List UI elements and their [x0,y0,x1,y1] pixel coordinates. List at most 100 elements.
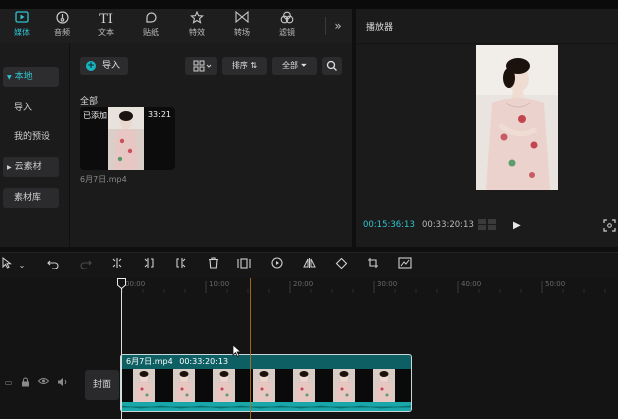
sort-icon: ⇅ [250,61,258,70]
lock-icon[interactable] [20,377,31,388]
sidebar-item-label: 素材库 [14,193,42,203]
clip-filmstrip [121,369,411,402]
rotate-icon[interactable] [333,257,349,274]
tab-text-label: 文本 [98,28,114,37]
video-frame-image [108,107,144,170]
category-tabbar: 媒体 音频 TI 文本 贴纸 特效 转场 滤镜 » [0,9,352,43]
more-tabs-button[interactable]: » [328,19,348,33]
tab-effects[interactable]: 特效 [177,10,217,43]
clip-label: 6月7日.mp4 00:33:20:13 [126,356,228,367]
media-sidebar: ▼ 本地 导入 我的预设 ▶ 云素材 素材库 [0,43,70,247]
timeline-area[interactable]: 00:00 10:00 20:00 30:00 40:00 50:00 ▭ 封面… [0,278,618,419]
tab-sticker-label: 贴纸 [143,28,159,37]
video-clip[interactable]: 6月7日.mp4 00:33:20:13 [120,354,412,412]
trim-left-icon[interactable] [141,257,157,274]
undo-icon[interactable] [45,257,61,274]
timeline-grid-icon[interactable] [478,219,496,230]
funnel-icon: ⏷ [300,61,307,70]
ruler-label: 30:00 [377,280,398,288]
clip-name: 6月7日.mp4 [126,357,173,366]
eye-icon[interactable] [37,377,50,388]
sidebar-item-label: 云素材 [14,162,42,172]
caret-down-icon: ▼ [7,74,12,81]
time-ruler[interactable]: 00:00 10:00 20:00 30:00 40:00 50:00 [0,278,618,294]
redo-icon[interactable] [78,257,94,274]
track-thumbnail-icon[interactable]: ▭ [3,377,14,388]
media-content: + 导入 排序 ⇅ 全部 ⏷ 全部 已添加 33:21 6月7日.mp4 [70,43,352,247]
sidebar-item-import[interactable]: 导入 [3,98,59,118]
tab-filter-label: 滤镜 [279,28,295,37]
media-panel: 媒体 音频 TI 文本 贴纸 特效 转场 滤镜 » ▼ 本地 导入 我的预设 ▶… [0,9,352,247]
view-mode-dropdown[interactable] [185,57,217,75]
plus-icon: + [86,61,96,71]
title-strip [0,0,618,9]
auto-reframe-icon[interactable] [397,257,413,274]
filmstrip-frames [133,369,395,402]
ruler-label: 00:00 [125,280,146,288]
mouse-cursor-icon [232,344,242,357]
freeze-frame-icon[interactable] [236,257,252,274]
reverse-play-icon[interactable] [269,257,285,274]
split-icon[interactable] [109,257,125,274]
sidebar-item-local[interactable]: ▼ 本地 [3,67,59,87]
media-filename: 6月7日.mp4 [80,175,127,184]
transition-icon [222,10,262,28]
ruler-label: 20:00 [293,280,314,288]
ruler-label: 10:00 [209,280,230,288]
import-button-label: 导入 [102,61,121,71]
filter-icon [267,11,307,28]
sort-button[interactable]: 排序 ⇅ [222,57,267,75]
tab-audio[interactable]: 音频 [42,11,82,43]
sidebar-item-cloud[interactable]: ▶ 云素材 [3,157,59,177]
tab-media[interactable]: 媒体 [2,11,42,43]
added-badge: 已添加 [83,111,107,120]
current-timecode: 00:15:36:13 [363,220,415,230]
sidebar-item-label: 本地 [14,72,33,82]
search-icon [326,60,337,71]
play-icon[interactable]: ▶ [513,220,521,231]
player-title: 播放器 [366,23,394,33]
delete-icon[interactable] [205,257,221,274]
sort-label: 排序 [231,61,248,70]
marker-line [250,278,251,419]
track-controls: ▭ [0,374,80,392]
text-icon: TI [99,12,113,27]
ruler-label: 50:00 [545,280,566,288]
mirror-icon[interactable] [301,257,317,274]
sidebar-item-presets[interactable]: 我的预设 [3,127,59,147]
player-panel: 播放器 00:15:36:13 00:33:20:13 ▶ [356,9,618,247]
tab-transition[interactable]: 转场 [222,10,262,43]
fullscreen-icon[interactable] [603,219,616,232]
video-preview [476,45,558,190]
trim-right-icon[interactable] [173,257,189,274]
tab-effects-label: 特效 [189,28,205,37]
ruler-label: 40:00 [461,280,482,288]
import-button[interactable]: + 导入 [80,57,128,75]
playhead-handle[interactable] [117,278,126,289]
chevron-down-icon[interactable]: ⌄ [16,257,28,274]
sticker-icon [131,11,171,28]
audio-waveform [121,402,411,411]
search-button[interactable] [322,57,342,75]
sidebar-item-label: 我的预设 [14,132,51,142]
tab-sticker[interactable]: 贴纸 [131,11,171,43]
media-icon [2,11,42,28]
speaker-icon[interactable] [57,377,68,388]
player-divider [356,43,618,44]
filter-button[interactable]: 全部 ⏷ [272,57,317,75]
playhead[interactable] [121,278,122,419]
sidebar-item-library[interactable]: 素材库 [3,188,59,208]
tab-text[interactable]: TI 文本 [86,11,126,43]
tab-divider [325,17,326,35]
media-duration: 33:21 [147,110,171,119]
crop-icon[interactable] [365,257,381,274]
grid-view-icon [193,60,212,72]
tab-filter[interactable]: 滤镜 [267,11,307,43]
media-thumbnail[interactable]: 已添加 33:21 [80,107,175,170]
audio-icon [42,11,82,28]
cover-button[interactable]: 封面 [85,370,119,400]
timeline-toolbar: ⌄ [0,252,618,278]
select-pointer-icon[interactable] [0,256,14,274]
tab-transition-label: 转场 [234,28,250,37]
tab-audio-label: 音频 [54,28,70,37]
